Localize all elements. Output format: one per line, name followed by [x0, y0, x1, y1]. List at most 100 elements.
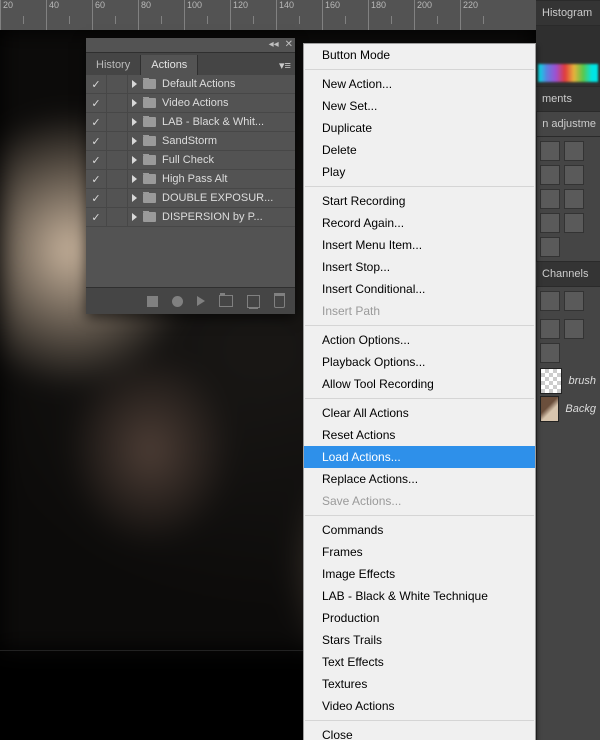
action-set-row[interactable]: ✓Video Actions: [86, 94, 295, 113]
adj-icon[interactable]: [540, 165, 560, 185]
new-set-icon[interactable]: [219, 295, 233, 307]
trash-icon[interactable]: [274, 295, 285, 308]
panel-titlebar[interactable]: ◂◂ ✕: [86, 38, 295, 53]
menu-item[interactable]: New Set...: [304, 95, 535, 117]
menu-item[interactable]: Commands: [304, 519, 535, 541]
dialog-toggle[interactable]: [107, 170, 128, 188]
toggle-checkbox[interactable]: ✓: [86, 189, 107, 207]
menu-item[interactable]: Replace Actions...: [304, 468, 535, 490]
menu-item[interactable]: Production: [304, 607, 535, 629]
close-icon[interactable]: ✕: [285, 39, 293, 50]
adj-icon[interactable]: [564, 165, 584, 185]
action-set-label: DISPERSION by P...: [162, 211, 263, 223]
action-set-row[interactable]: ✓ DOUBLE EXPOSUR...: [86, 189, 295, 208]
collapse-icon[interactable]: ◂◂: [269, 39, 279, 50]
menu-item[interactable]: Record Again...: [304, 212, 535, 234]
ruler-tick: 40: [46, 0, 92, 30]
menu-item[interactable]: Frames: [304, 541, 535, 563]
menu-item[interactable]: Load Actions...: [304, 446, 535, 468]
toggle-checkbox[interactable]: ✓: [86, 113, 107, 131]
adj-icon[interactable]: [564, 189, 584, 209]
stop-icon[interactable]: [147, 296, 158, 307]
dialog-toggle[interactable]: [107, 75, 128, 93]
right-sidebar: Histogram ments n adjustme Channels brus…: [536, 0, 600, 740]
menu-item[interactable]: Reset Actions: [304, 424, 535, 446]
disclosure-icon[interactable]: [132, 80, 137, 88]
action-set-row[interactable]: ✓ DISPERSION by P...: [86, 208, 295, 227]
channel-icon[interactable]: [564, 291, 584, 311]
menu-item[interactable]: Button Mode: [304, 44, 535, 66]
menu-item[interactable]: Insert Menu Item...: [304, 234, 535, 256]
menu-item[interactable]: Clear All Actions: [304, 402, 535, 424]
menu-item[interactable]: Insert Stop...: [304, 256, 535, 278]
tab-actions[interactable]: Actions: [141, 55, 198, 75]
disclosure-icon[interactable]: [132, 194, 137, 202]
layer-row[interactable]: Backg: [536, 395, 600, 423]
adj-icon[interactable]: [540, 141, 560, 161]
tab-channels[interactable]: Channels: [536, 261, 600, 287]
disclosure-icon[interactable]: [132, 156, 137, 164]
toggle-checkbox[interactable]: ✓: [86, 132, 107, 150]
panel-icon[interactable]: [540, 343, 560, 363]
menu-item[interactable]: Playback Options...: [304, 351, 535, 373]
menu-item[interactable]: Image Effects: [304, 563, 535, 585]
menu-item[interactable]: Insert Conditional...: [304, 278, 535, 300]
disclosure-icon[interactable]: [132, 175, 137, 183]
play-icon[interactable]: [197, 296, 205, 306]
disclosure-icon[interactable]: [132, 213, 137, 221]
menu-item[interactable]: Textures: [304, 673, 535, 695]
adj-icon[interactable]: [564, 141, 584, 161]
panel-icon[interactable]: [564, 319, 584, 339]
menu-item[interactable]: Delete: [304, 139, 535, 161]
menu-item[interactable]: Duplicate: [304, 117, 535, 139]
toggle-checkbox[interactable]: ✓: [86, 151, 107, 169]
menu-item[interactable]: Stars Trails: [304, 629, 535, 651]
menu-item[interactable]: LAB - Black & White Technique: [304, 585, 535, 607]
panel-icon[interactable]: [540, 319, 560, 339]
folder-icon: [143, 79, 156, 89]
disclosure-icon[interactable]: [132, 137, 137, 145]
record-icon[interactable]: [172, 296, 183, 307]
tab-history[interactable]: History: [86, 55, 141, 75]
toggle-checkbox[interactable]: ✓: [86, 170, 107, 188]
menu-item[interactable]: Text Effects: [304, 651, 535, 673]
tab-adjustments[interactable]: ments: [536, 86, 600, 112]
menu-item[interactable]: Play: [304, 161, 535, 183]
action-set-row[interactable]: ✓High Pass Alt: [86, 170, 295, 189]
panel-menu-button[interactable]: ▾≡: [275, 56, 295, 75]
action-set-label: DOUBLE EXPOSUR...: [162, 192, 273, 204]
ruler-tick: 140: [276, 0, 322, 30]
action-set-row[interactable]: ✓LAB - Black & Whit...: [86, 113, 295, 132]
menu-item[interactable]: Allow Tool Recording: [304, 373, 535, 395]
dialog-toggle[interactable]: [107, 132, 128, 150]
dialog-toggle[interactable]: [107, 113, 128, 131]
tab-histogram[interactable]: Histogram: [536, 0, 600, 26]
menu-item[interactable]: Video Actions: [304, 695, 535, 717]
adj-icon[interactable]: [540, 237, 560, 257]
disclosure-icon[interactable]: [132, 118, 137, 126]
action-set-row[interactable]: ✓Full Check: [86, 151, 295, 170]
adj-icon[interactable]: [540, 189, 560, 209]
adj-icon[interactable]: [564, 213, 584, 233]
dialog-toggle[interactable]: [107, 151, 128, 169]
dialog-toggle[interactable]: [107, 208, 128, 226]
actions-footer: [86, 287, 295, 314]
new-action-icon[interactable]: [247, 295, 260, 308]
toggle-checkbox[interactable]: ✓: [86, 208, 107, 226]
adj-icon[interactable]: [540, 213, 560, 233]
menu-item[interactable]: Close: [304, 724, 535, 740]
menu-separator: [305, 186, 534, 187]
disclosure-icon[interactable]: [132, 99, 137, 107]
channel-icon[interactable]: [540, 291, 560, 311]
menu-item[interactable]: Action Options...: [304, 329, 535, 351]
dialog-toggle[interactable]: [107, 94, 128, 112]
menu-item[interactable]: Start Recording: [304, 190, 535, 212]
menu-item[interactable]: New Action...: [304, 73, 535, 95]
toggle-checkbox[interactable]: ✓: [86, 94, 107, 112]
layer-row[interactable]: brush: [536, 367, 600, 395]
ruler-value: 80: [141, 0, 151, 10]
dialog-toggle[interactable]: [107, 189, 128, 207]
toggle-checkbox[interactable]: ✓: [86, 75, 107, 93]
action-set-row[interactable]: ✓SandStorm: [86, 132, 295, 151]
action-set-row[interactable]: ✓Default Actions: [86, 75, 295, 94]
